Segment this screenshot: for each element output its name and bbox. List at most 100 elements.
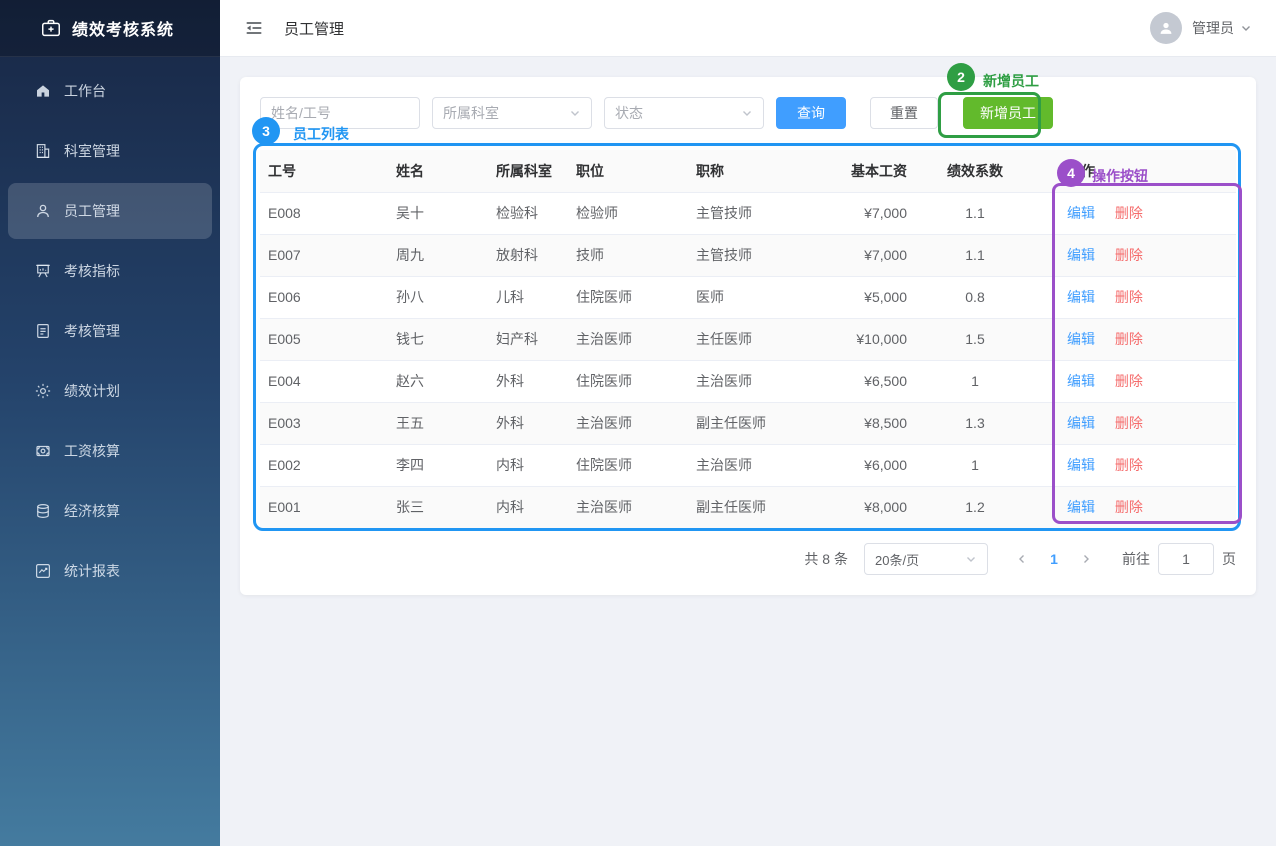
cell-department: 放射科: [488, 234, 568, 276]
cell-employee-id: E008: [260, 192, 388, 234]
user-icon: [34, 202, 52, 220]
department-select-placeholder: 所属科室: [443, 103, 499, 123]
cell-department: 内科: [488, 444, 568, 486]
cell-department: 检验科: [488, 192, 568, 234]
edit-link[interactable]: 编辑: [1067, 415, 1095, 431]
cell-position: 主治医师: [568, 402, 688, 444]
column-header-base-salary: 基本工资: [840, 150, 915, 192]
edit-link[interactable]: 编辑: [1067, 331, 1095, 347]
chevron-down-icon: [741, 107, 753, 119]
cell-position: 检验师: [568, 192, 688, 234]
edit-link[interactable]: 编辑: [1067, 457, 1095, 473]
next-page-icon[interactable]: [1074, 553, 1098, 565]
page-size-select[interactable]: 20条/页: [864, 543, 988, 575]
keyword-input[interactable]: [271, 105, 409, 121]
sidebar-item-label: 科室管理: [64, 141, 120, 161]
sidebar-fold-icon[interactable]: [244, 18, 264, 38]
sidebar-item-workbench[interactable]: 工作台: [8, 63, 212, 119]
edit-link[interactable]: 编辑: [1067, 205, 1095, 221]
cell-position: 住院医师: [568, 276, 688, 318]
cell-base-salary: ¥6,500: [840, 360, 915, 402]
chevron-down-icon: [569, 107, 581, 119]
delete-link[interactable]: 删除: [1115, 247, 1143, 263]
sidebar-item-employee[interactable]: 员工管理: [8, 183, 212, 239]
table-row: E008 吴十 检验科 检验师 主管技师 ¥7,000 1.1 编辑 删除: [260, 192, 1236, 234]
cell-title: 主治医师: [688, 444, 840, 486]
edit-link[interactable]: 编辑: [1067, 289, 1095, 305]
table-row: E004 赵六 外科 住院医师 主治医师 ¥6,500 1 编辑 删除: [260, 360, 1236, 402]
sidebar-item-department[interactable]: 科室管理: [8, 123, 212, 179]
cell-employee-id: E007: [260, 234, 388, 276]
sidebar-item-label: 考核管理: [64, 321, 120, 341]
column-header-department: 所属科室: [488, 150, 568, 192]
column-header-title: 职称: [688, 150, 840, 192]
sidebar-item-label: 工作台: [64, 81, 106, 101]
cell-department: 内科: [488, 486, 568, 528]
prev-page-icon[interactable]: [1010, 553, 1034, 565]
sidebar: 绩效考核系统 工作台 科室管理 员工管理 考核指标 考核管理 绩效计划 工资核算…: [0, 0, 220, 846]
cell-base-salary: ¥10,000: [840, 318, 915, 360]
user-name: 管理员: [1192, 18, 1234, 38]
sidebar-item-label: 员工管理: [64, 201, 120, 221]
cell-position: 住院医师: [568, 444, 688, 486]
keyword-input-wrap: [260, 97, 420, 129]
delete-link[interactable]: 删除: [1115, 457, 1143, 473]
sidebar-item-salary[interactable]: 工资核算: [8, 423, 212, 479]
cell-position: 技师: [568, 234, 688, 276]
cell-position: 主治医师: [568, 486, 688, 528]
cell-employee-id: E002: [260, 444, 388, 486]
cell-title: 主管技师: [688, 234, 840, 276]
cell-coefficient: 1.2: [915, 486, 1035, 528]
board-icon: [34, 262, 52, 280]
column-header-position: 职位: [568, 150, 688, 192]
search-button[interactable]: 查询: [776, 97, 846, 129]
sidebar-item-kpi[interactable]: 考核指标: [8, 243, 212, 299]
cell-employee-id: E003: [260, 402, 388, 444]
delete-link[interactable]: 删除: [1115, 205, 1143, 221]
user-menu[interactable]: 管理员: [1150, 12, 1252, 44]
cell-title: 副主任医师: [688, 486, 840, 528]
goto-label: 前往: [1122, 549, 1150, 569]
delete-link[interactable]: 删除: [1115, 499, 1143, 515]
app-title: 绩效考核系统: [72, 16, 174, 40]
sidebar-nav: 工作台 科室管理 员工管理 考核指标 考核管理 绩效计划 工资核算 经济核算 统…: [0, 57, 220, 599]
delete-link[interactable]: 删除: [1115, 289, 1143, 305]
sidebar-item-economy[interactable]: 经济核算: [8, 483, 212, 539]
cell-department: 外科: [488, 402, 568, 444]
page-size-value: 20条/页: [875, 550, 919, 569]
add-employee-button[interactable]: 新增员工: [963, 97, 1053, 129]
table-row: E001 张三 内科 主治医师 副主任医师 ¥8,000 1.2 编辑 删除: [260, 486, 1236, 528]
first-aid-kit-icon: [40, 17, 62, 39]
table-row: E005 钱七 妇产科 主治医师 主任医师 ¥10,000 1.5 编辑 删除: [260, 318, 1236, 360]
page-number[interactable]: 1: [1040, 551, 1068, 567]
employee-table: 工号 姓名 所属科室 职位 职称 基本工资 绩效系数 操作 E008 吴十 检验…: [260, 150, 1236, 529]
table-row: E002 李四 内科 住院医师 主治医师 ¥6,000 1 编辑 删除: [260, 444, 1236, 486]
chart-icon: [34, 562, 52, 580]
avatar: [1150, 12, 1182, 44]
cell-department: 儿科: [488, 276, 568, 318]
edit-link[interactable]: 编辑: [1067, 247, 1095, 263]
sidebar-item-assessment[interactable]: 考核管理: [8, 303, 212, 359]
cell-department: 妇产科: [488, 318, 568, 360]
status-select-placeholder: 状态: [615, 103, 643, 123]
edit-link[interactable]: 编辑: [1067, 373, 1095, 389]
reset-button[interactable]: 重置: [870, 97, 938, 129]
delete-link[interactable]: 删除: [1115, 373, 1143, 389]
sidebar-item-plan[interactable]: 绩效计划: [8, 363, 212, 419]
delete-link[interactable]: 删除: [1115, 415, 1143, 431]
pagination-total: 共 8 条: [804, 549, 848, 569]
sidebar-item-report[interactable]: 统计报表: [8, 543, 212, 599]
department-select[interactable]: 所属科室: [432, 97, 592, 129]
gear-icon: [34, 382, 52, 400]
delete-link[interactable]: 删除: [1115, 331, 1143, 347]
edit-link[interactable]: 编辑: [1067, 499, 1095, 515]
cell-base-salary: ¥7,000: [840, 234, 915, 276]
status-select[interactable]: 状态: [604, 97, 764, 129]
goto-page-input[interactable]: [1158, 543, 1214, 575]
building-icon: [34, 142, 52, 160]
table-row: E006 孙八 儿科 住院医师 医师 ¥5,000 0.8 编辑 删除: [260, 276, 1236, 318]
sidebar-item-label: 经济核算: [64, 501, 120, 521]
filter-bar: 所属科室 状态 查询 重置 新增员工: [260, 97, 1236, 129]
cell-name: 钱七: [388, 318, 488, 360]
database-icon: [34, 502, 52, 520]
